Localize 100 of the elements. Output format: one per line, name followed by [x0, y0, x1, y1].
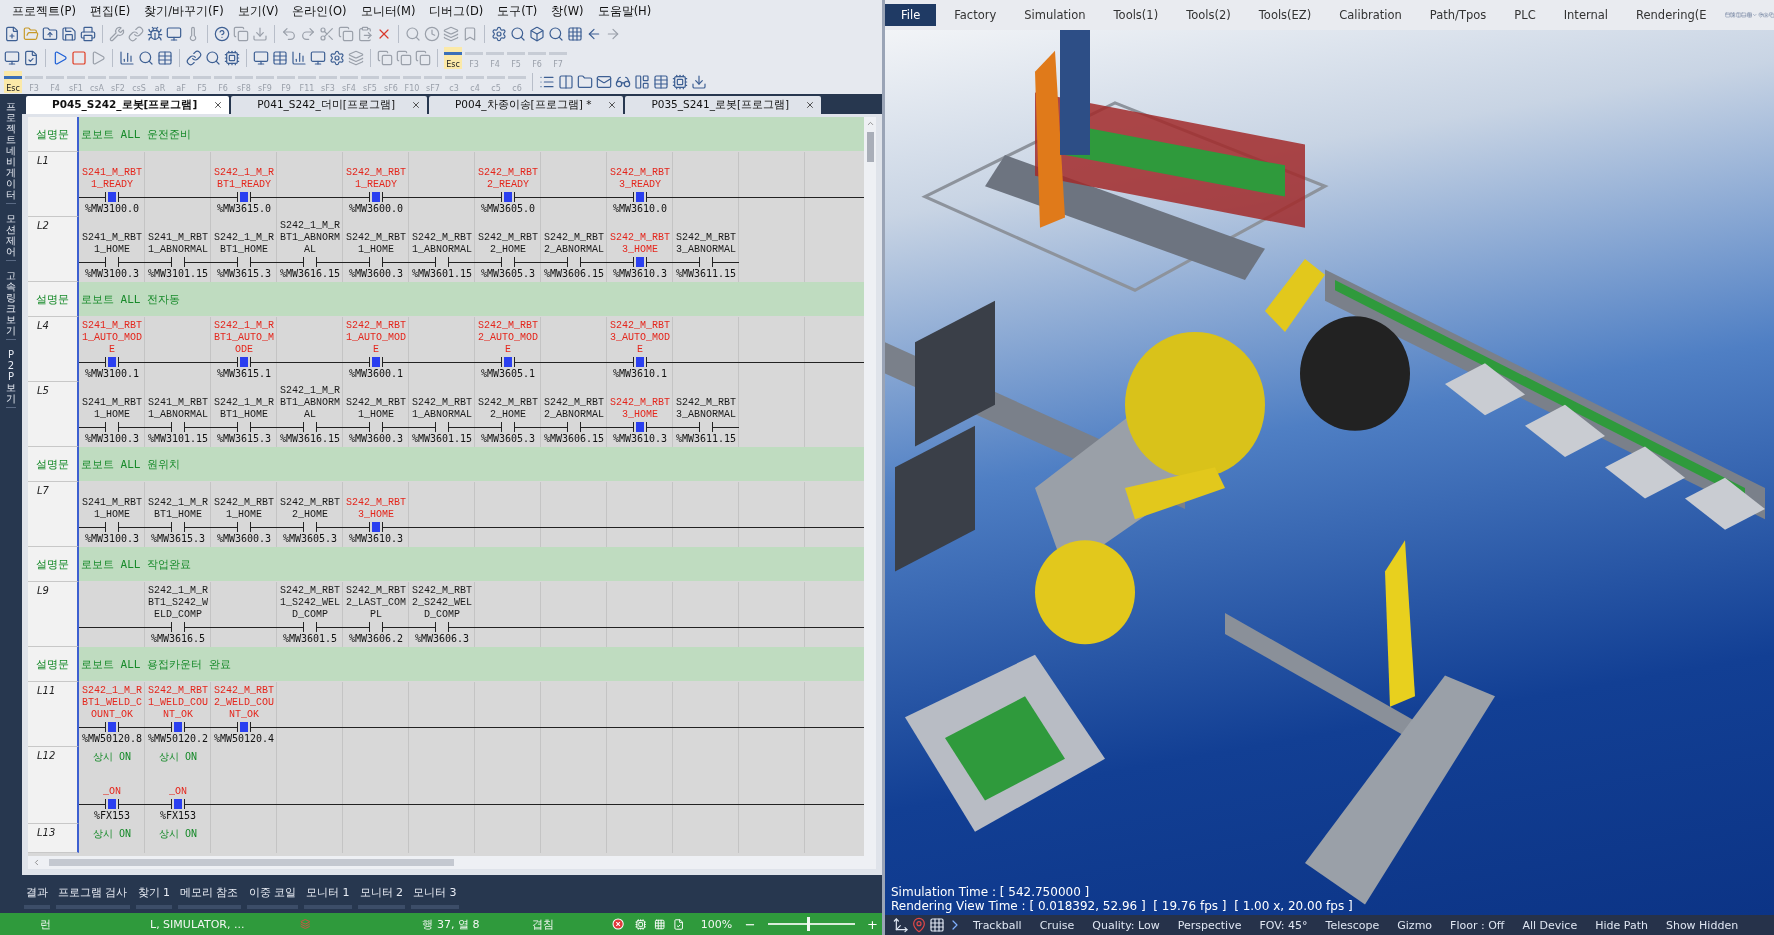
menu-item[interactable]: 모니터(M) — [354, 1, 422, 21]
search-icon[interactable] — [138, 50, 154, 66]
view-mode-button[interactable]: Show Hidden — [1657, 918, 1747, 932]
file-check-icon[interactable] — [23, 50, 39, 66]
close-icon[interactable] — [805, 100, 816, 110]
contact-icon[interactable] — [105, 722, 119, 732]
contact-icon[interactable] — [369, 522, 383, 532]
contact-icon[interactable] — [633, 257, 647, 267]
zoom-out-button[interactable]: − — [740, 916, 760, 932]
box-icon[interactable] — [529, 26, 545, 42]
save-icon[interactable] — [61, 26, 77, 42]
function-key-button[interactable]: Esc — [4, 71, 22, 93]
menu-tab[interactable]: Simulation — [1014, 4, 1096, 26]
chip-icon[interactable] — [224, 50, 240, 66]
output-tab[interactable]: 모니터 3 — [411, 885, 459, 909]
output-tab[interactable]: 프로그램 검사 — [56, 885, 130, 909]
error-icon[interactable] — [612, 917, 625, 931]
monitor-icon[interactable] — [166, 26, 182, 42]
chart-icon[interactable] — [291, 50, 307, 66]
contact-icon[interactable] — [237, 357, 251, 367]
side-tab[interactable]: 프로젝트 네비게이터 — [6, 98, 16, 204]
menu-item[interactable]: 도구(T) — [491, 1, 544, 21]
contact-icon[interactable] — [105, 192, 119, 202]
menu-tab[interactable]: File — [885, 4, 937, 26]
menu-item[interactable]: 창(W) — [545, 1, 590, 21]
close-icon[interactable] — [411, 100, 421, 110]
side-tab[interactable]: 고속링크 보기 — [6, 267, 16, 340]
download-icon[interactable] — [691, 74, 707, 90]
menu-tab[interactable]: Calibration — [1329, 4, 1412, 26]
columns-icon[interactable] — [558, 74, 574, 90]
new-file-icon[interactable] — [4, 26, 20, 42]
menu-tab[interactable]: Rendering(E — [1626, 4, 1717, 26]
menu-item[interactable]: 도움말(H) — [591, 1, 658, 21]
file-check-icon[interactable] — [673, 917, 685, 931]
menu-item[interactable]: 보기(V) — [231, 1, 285, 21]
menu-item[interactable]: 편집(E) — [83, 1, 137, 21]
menu-item[interactable]: 찾기/바꾸기(F) — [138, 1, 230, 21]
view-mode-button[interactable]: Gizmo — [1389, 918, 1441, 932]
bug-icon[interactable] — [147, 26, 163, 42]
gear-icon[interactable] — [491, 26, 507, 42]
program-tab[interactable]: P045_S242_로봇[프로그램] — [26, 96, 230, 114]
contact-icon[interactable] — [369, 192, 383, 202]
output-tab[interactable]: 찾기 1 — [135, 885, 172, 909]
search-icon[interactable] — [205, 50, 221, 66]
menu-item[interactable]: 온라인(O) — [286, 1, 353, 21]
zoom-icon[interactable] — [548, 26, 564, 42]
horizontal-scrollbar[interactable] — [28, 856, 876, 869]
view-mode-button[interactable]: Floor : Off — [1442, 918, 1513, 932]
monitor-icon[interactable] — [310, 50, 326, 66]
folder-upload-icon[interactable] — [42, 26, 58, 42]
function-key-button[interactable]: Esc — [444, 47, 462, 69]
contact-icon[interactable] — [171, 799, 185, 809]
contact-icon[interactable] — [105, 799, 119, 809]
glasses-icon[interactable] — [615, 74, 631, 90]
table-icon[interactable] — [653, 74, 669, 90]
contact-icon[interactable] — [501, 357, 515, 367]
close-icon[interactable] — [213, 100, 224, 110]
monitor-icon[interactable] — [4, 50, 20, 66]
program-tab[interactable]: P041_S242_더미[프로그램] — [231, 96, 427, 114]
menu-tab[interactable]: Tools(2) — [1176, 4, 1241, 26]
table-icon[interactable] — [272, 50, 288, 66]
zoom-in-button[interactable]: + — [863, 916, 882, 932]
close-icon[interactable] — [607, 100, 618, 110]
zoom-slider-thumb[interactable] — [807, 917, 810, 931]
panel-icon[interactable] — [634, 74, 650, 90]
contact-icon[interactable] — [237, 192, 251, 202]
table-icon[interactable] — [157, 50, 173, 66]
folder-icon[interactable] — [577, 74, 593, 90]
contact-icon[interactable] — [633, 192, 647, 202]
view-mode-button[interactable]: Telescope — [1317, 918, 1388, 932]
side-tab[interactable]: P2P 보기 — [6, 346, 16, 408]
link-icon[interactable] — [186, 50, 202, 66]
print-icon[interactable] — [80, 26, 96, 42]
menu-tab[interactable]: Internal — [1553, 4, 1618, 26]
output-tab[interactable]: 결과 — [24, 885, 50, 909]
menu-item[interactable]: 디버그(D) — [423, 1, 490, 21]
menu-tab[interactable]: Factory — [944, 4, 1007, 26]
output-tab[interactable]: 모니터 2 — [357, 885, 405, 909]
output-tab[interactable]: 이중 코일 — [246, 885, 298, 909]
contact-icon[interactable] — [237, 722, 251, 732]
menu-item[interactable]: 프로젝트(P) — [6, 1, 82, 21]
contact-icon[interactable] — [105, 357, 119, 367]
search-icon[interactable] — [510, 26, 526, 42]
3d-viewport[interactable]: Simulation Time : [ 542.750000 ] Rendering View Time : [ 0.018392, 52.96 ] [ 19.76 fps ] [ 1.00 x, 20.00 fps ] — [885, 30, 1774, 915]
menu-tab[interactable]: PLC — [1504, 4, 1546, 26]
grid-icon[interactable] — [567, 26, 583, 42]
view-mode-button[interactable]: FOV: 45° — [1251, 918, 1316, 932]
output-tab[interactable]: 메모리 참조 — [178, 885, 241, 909]
axes-icon[interactable] — [893, 917, 909, 933]
program-tab[interactable]: P035_S241_로봇[프로그램] — [625, 96, 822, 114]
chart-icon[interactable] — [119, 50, 135, 66]
view-mode-button[interactable]: Hide Path — [1587, 918, 1656, 932]
gear-icon[interactable] — [329, 50, 345, 66]
contact-icon[interactable] — [633, 357, 647, 367]
side-tab[interactable]: 모션제어 — [6, 210, 16, 261]
play-icon[interactable] — [52, 50, 68, 66]
menu-tab[interactable]: Path/Tpos — [1419, 4, 1497, 26]
contact-icon[interactable] — [633, 422, 647, 432]
chip-icon[interactable] — [634, 917, 647, 931]
menu-tab[interactable]: Tools(1) — [1103, 4, 1169, 26]
